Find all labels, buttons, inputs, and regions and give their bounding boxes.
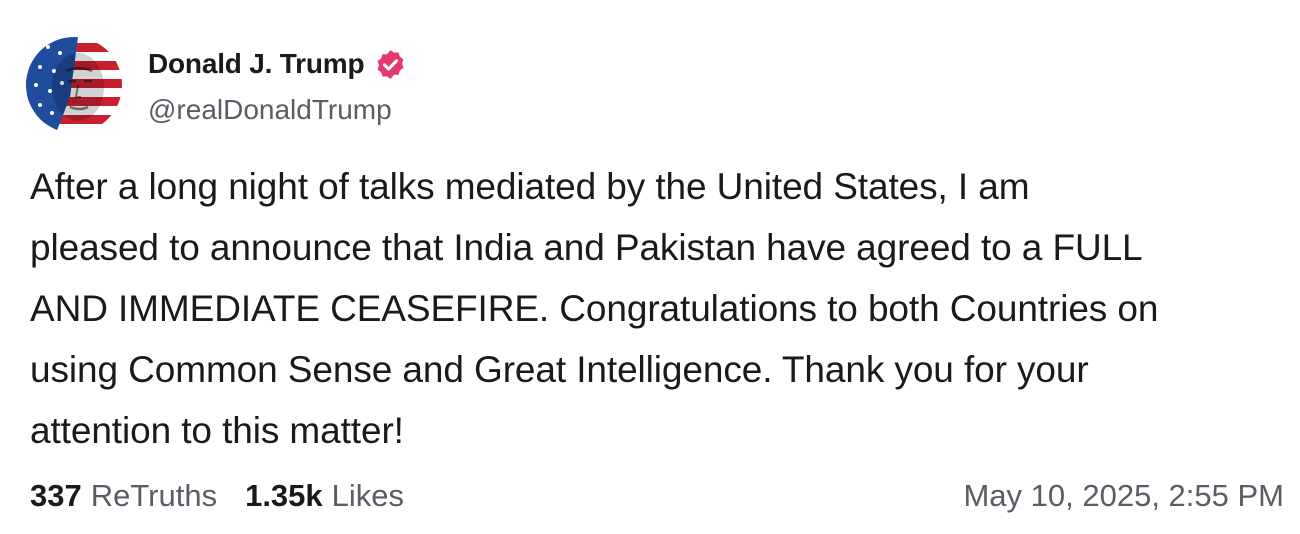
post-text-line: After a long night of talks mediated by … <box>30 166 1030 207</box>
verified-badge-icon <box>374 48 407 81</box>
likes-stat[interactable]: 1.35k Likes <box>245 478 404 514</box>
post-text: After a long night of talks mediated by … <box>30 156 1292 461</box>
post-text-line: pleased to announce that India and Pakis… <box>30 227 1143 268</box>
post-text-line: using Common Sense and Great Intelligenc… <box>30 349 1089 390</box>
likes-count: 1.35k <box>245 478 323 513</box>
post-stats: 337 ReTruths 1.35k Likes <box>30 478 432 514</box>
retruths-stat[interactable]: 337 ReTruths <box>30 478 217 514</box>
retruths-label: ReTruths <box>90 478 218 513</box>
american-flag-face-icon <box>26 37 122 133</box>
author-display-name[interactable]: Donald J. Trump <box>148 48 365 80</box>
post-text-line: AND IMMEDIATE CEASEFIRE. Congratulations… <box>30 288 1159 329</box>
likes-label: Likes <box>331 478 405 513</box>
truth-social-post: Donald J. Trump @realDonaldTrump After a… <box>0 0 1300 534</box>
profile-avatar[interactable] <box>26 37 122 133</box>
post-text-line: attention to this matter! <box>30 410 404 451</box>
retruths-count: 337 <box>30 478 82 513</box>
author-handle[interactable]: @realDonaldTrump <box>148 94 392 126</box>
post-timestamp[interactable]: May 10, 2025, 2:55 PM <box>963 478 1284 514</box>
author-name-row: Donald J. Trump <box>148 44 407 84</box>
